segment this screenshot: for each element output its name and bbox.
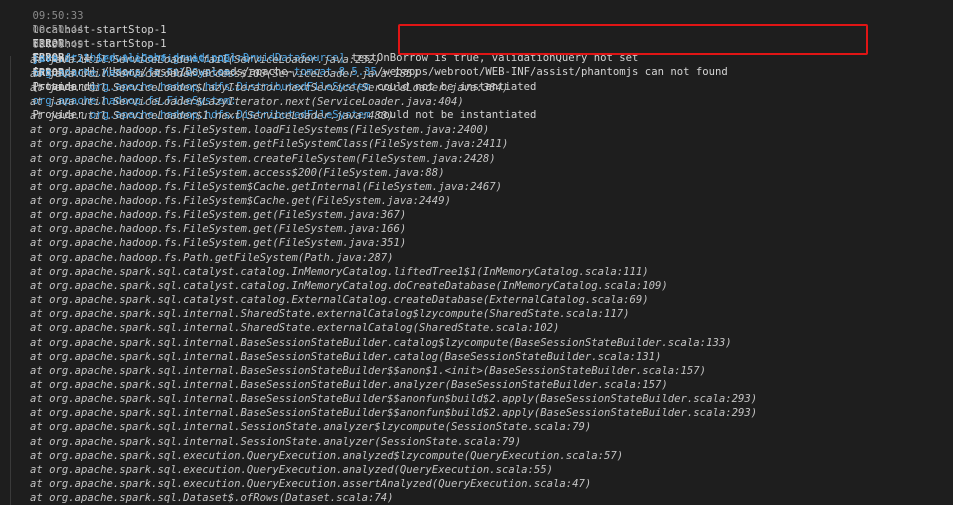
- stack-frame-text: at java.util.ServiceLoader$LazyIterator.…: [30, 95, 464, 108]
- stack-frame-text: at org.apache.spark.sql.internal.Session…: [30, 421, 592, 434]
- stack-frame-text: at org.apache.hadoop.fs.FileSystem$Cache…: [30, 180, 502, 193]
- stack-frame-text: at org.apache.spark.sql.internal.BaseSes…: [30, 350, 662, 363]
- stack-frame[interactable]: at org.apache.spark.sql.internal.SharedS…: [0, 321, 559, 335]
- stack-frame-text: at org.apache.spark.sql.execution.QueryE…: [30, 478, 592, 490]
- stack-frame[interactable]: at org.apache.hadoop.fs.FileSystem.getFi…: [0, 137, 508, 151]
- stack-frame-text: at org.apache.spark.sql.catalyst.catalog…: [30, 294, 649, 307]
- stack-frame[interactable]: at org.apache.hadoop.fs.Path.getFileSyst…: [0, 251, 394, 265]
- stack-frame-text: at org.apache.spark.sql.internal.SharedS…: [30, 308, 630, 321]
- stack-frame[interactable]: at org.apache.spark.sql.Dataset$.ofRows(…: [0, 491, 394, 505]
- stack-frame-text: at org.apache.spark.sql.execution.QueryE…: [30, 463, 553, 476]
- log-line: 09:50:49 Thread-24 ERROR [standard] org.…: [7, 24, 537, 121]
- stack-frame-text: at org.apache.spark.sql.internal.BaseSes…: [30, 336, 732, 349]
- stack-frame-text: at java.util.ServiceLoader.fail(ServiceL…: [30, 53, 381, 66]
- stack-frame-text: at org.apache.spark.sql.Dataset$.ofRows(…: [30, 492, 394, 505]
- stack-frame-text: at org.apache.hadoop.fs.FileSystem.get(F…: [30, 237, 407, 250]
- stack-frame[interactable]: at org.apache.hadoop.fs.FileSystem$Cache…: [0, 194, 451, 208]
- stack-frame-text: at java.util.ServiceLoader$LazyIterator.…: [30, 81, 509, 94]
- stack-frame-text: at org.apache.spark.sql.catalyst.catalog…: [30, 265, 649, 278]
- stack-frame[interactable]: at java.util.ServiceLoader.fail(ServiceL…: [0, 53, 381, 67]
- stack-frame-text: at org.apache.hadoop.fs.FileSystem.creat…: [30, 152, 496, 165]
- stack-frame[interactable]: at org.apache.spark.sql.catalyst.catalog…: [0, 265, 649, 279]
- stack-frame-text: at org.apache.spark.sql.internal.Session…: [30, 435, 522, 448]
- stack-frame[interactable]: at org.apache.spark.sql.execution.QueryE…: [0, 449, 623, 463]
- stack-frame[interactable]: at org.apache.spark.sql.internal.SharedS…: [0, 307, 630, 321]
- stack-frame-text: at org.apache.spark.sql.internal.BaseSes…: [30, 407, 758, 420]
- stack-frame-text: at org.apache.spark.sql.internal.BaseSes…: [30, 393, 758, 406]
- stack-frame-text: at org.apache.hadoop.fs.FileSystem.get(F…: [30, 209, 407, 222]
- log-line: 09:50:44 localhost-startStop-1 ERROR [st…: [7, 9, 728, 78]
- stack-frame-text: at org.apache.hadoop.fs.FileSystem.loadF…: [30, 124, 490, 137]
- stack-frame[interactable]: at org.apache.spark.sql.internal.BaseSes…: [0, 350, 661, 364]
- stack-frame[interactable]: at java.util.ServiceLoader.access$100(Se…: [0, 67, 419, 81]
- stack-frame[interactable]: at org.apache.spark.sql.internal.BaseSes…: [0, 364, 706, 378]
- stack-frame[interactable]: at java.util.ServiceLoader$LazyIterator.…: [0, 95, 464, 109]
- log-message-suffix: could not be instantiated: [370, 109, 537, 121]
- stack-frame[interactable]: at org.apache.spark.sql.internal.BaseSes…: [0, 378, 668, 392]
- stack-frame-text: at java.util.ServiceLoader$1.next(Servic…: [30, 110, 394, 123]
- stack-frame-text: at org.apache.hadoop.fs.FileSystem.get(F…: [30, 223, 407, 236]
- stack-frame-text: at org.apache.spark.sql.execution.QueryE…: [30, 449, 624, 462]
- stack-frame[interactable]: at java.util.ServiceLoader$LazyIterator.…: [0, 81, 508, 95]
- stack-frame-text: at org.apache.hadoop.fs.FileSystem$Cache…: [30, 195, 451, 207]
- console-output[interactable]: 09:50:33 localhost-startStop-1 ERROR [co…: [0, 0, 953, 505]
- stack-frame-text: at org.apache.spark.sql.internal.BaseSes…: [30, 364, 707, 377]
- stack-frame[interactable]: at org.apache.spark.sql.catalyst.catalog…: [0, 279, 668, 293]
- stack-frame[interactable]: at org.apache.spark.sql.internal.Session…: [0, 435, 521, 449]
- stack-frame[interactable]: at org.apache.hadoop.fs.FileSystem.acces…: [0, 166, 445, 180]
- stack-frame[interactable]: at org.apache.spark.sql.internal.BaseSes…: [0, 406, 757, 420]
- stack-frame[interactable]: at org.apache.spark.sql.internal.BaseSes…: [0, 336, 732, 350]
- stack-frame[interactable]: at org.apache.hadoop.fs.FileSystem.loadF…: [0, 123, 489, 137]
- stack-frame[interactable]: at org.apache.hadoop.fs.FileSystem.get(F…: [0, 208, 406, 222]
- stack-frame[interactable]: at org.apache.spark.sql.internal.Session…: [0, 420, 591, 434]
- stack-frame[interactable]: at org.apache.spark.sql.internal.BaseSes…: [0, 392, 757, 406]
- log-line: 09:50:33 localhost-startStop-1 ERROR [co…: [7, 0, 639, 64]
- stack-frame-text: at org.apache.hadoop.fs.FileSystem.acces…: [30, 166, 445, 179]
- stack-frame[interactable]: at java.util.ServiceLoader$1.next(Servic…: [0, 109, 394, 123]
- stack-frame-text: at java.util.ServiceLoader.access$100(Se…: [30, 67, 420, 80]
- log-message: /webapps/webroot/WEB-INF/assist/phantomj…: [376, 66, 728, 78]
- log-message: testOnBorrow is true, validationQuery no…: [345, 52, 639, 64]
- stack-frame-text: at org.apache.hadoop.fs.Path.getFileSyst…: [30, 251, 394, 264]
- exception-line: java.util.ServiceConfigurationError: org…: [7, 38, 537, 93]
- stack-frame[interactable]: at org.apache.spark.sql.execution.QueryE…: [0, 463, 553, 477]
- stack-frame[interactable]: at org.apache.hadoop.fs.FileSystem.creat…: [0, 152, 496, 166]
- stack-frame[interactable]: at org.apache.spark.sql.catalyst.catalog…: [0, 293, 649, 307]
- stack-frame-text: at org.apache.spark.sql.catalyst.catalog…: [30, 279, 668, 292]
- stack-frame-text: at org.apache.hadoop.fs.FileSystem.getFi…: [30, 138, 509, 151]
- stack-frame[interactable]: at org.apache.hadoop.fs.FileSystem.get(F…: [0, 236, 406, 250]
- stack-frame[interactable]: at org.apache.spark.sql.execution.QueryE…: [0, 477, 591, 491]
- stack-frame[interactable]: at org.apache.hadoop.fs.FileSystem$Cache…: [0, 180, 502, 194]
- stack-frame[interactable]: at org.apache.hadoop.fs.FileSystem.get(F…: [0, 222, 406, 236]
- stack-frame-text: at org.apache.spark.sql.internal.SharedS…: [30, 322, 560, 335]
- stack-frame-text: at org.apache.spark.sql.internal.BaseSes…: [30, 378, 668, 391]
